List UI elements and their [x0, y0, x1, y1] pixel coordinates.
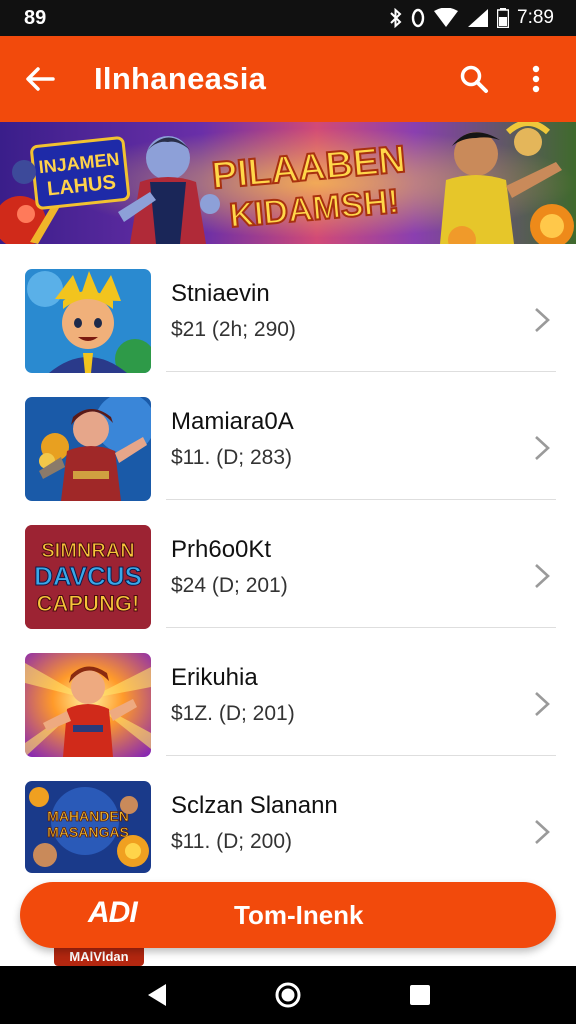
item-name: Stniaevin	[171, 280, 270, 307]
wifi-icon	[433, 8, 459, 28]
item-name: Mamiara0A	[171, 408, 294, 435]
list-item[interactable]: MAHANDEN MASANGAS Sclzan Slanann $11. (D…	[0, 756, 576, 884]
chevron-right-icon	[535, 564, 550, 588]
list-item[interactable]: Stniaevin $21 (2h; 290)	[0, 244, 576, 373]
chevron-right-icon	[535, 692, 550, 716]
page-title: Ilnhaneasia	[94, 61, 267, 96]
chevron-right-icon	[535, 820, 550, 844]
thumb-text-2: DAVCUS	[34, 561, 142, 591]
battery-icon	[497, 8, 510, 28]
thumb-text-3: CAPUNG!	[37, 591, 140, 616]
primary-action-button[interactable]: ADI Tom-Inenk	[20, 882, 556, 948]
item-thumbnail	[25, 269, 151, 373]
status-bar: 89 7:89	[0, 0, 576, 36]
hidden-item-tag: MAlVldan	[54, 948, 144, 966]
search-button[interactable]	[450, 55, 498, 103]
item-price: $1Z. (D; 201)	[171, 702, 295, 725]
item-price: $24 (D; 201)	[171, 574, 288, 597]
thumb-text-1: SIMNRAN	[41, 540, 134, 562]
promo-banner[interactable]: INJAMEN LAHUS PILAABEN KIDAMSH!	[0, 122, 576, 244]
banner-artwork: INJAMEN LAHUS PILAABEN KIDAMSH!	[0, 122, 576, 244]
nav-recents-button[interactable]	[400, 975, 440, 1015]
more-options-button[interactable]	[512, 55, 560, 103]
status-left-text: 89	[24, 6, 47, 29]
item-list: Stniaevin $21 (2h; 290) Mamiara0A $11. (…	[0, 244, 576, 884]
signal-icon	[467, 8, 489, 28]
list-item[interactable]: SIMNRAN DAVCUS CAPUNG! Prh6o0Kt $24 (D; …	[0, 500, 576, 629]
item-price: $11. (D; 283)	[171, 446, 293, 469]
system-nav-bar	[0, 966, 576, 1024]
nav-back-button[interactable]	[136, 975, 176, 1015]
thumb-text-5: MASANGAS	[47, 824, 129, 840]
back-button[interactable]	[16, 55, 64, 103]
back-triangle-icon	[148, 984, 166, 1006]
item-thumbnail: MAHANDEN MASANGAS	[25, 781, 151, 873]
vibrate-icon	[411, 8, 425, 28]
item-price: $21 (2h; 290)	[171, 318, 296, 341]
app-bar: Ilnhaneasia	[0, 36, 576, 122]
item-name: Sclzan Slanann	[171, 792, 338, 819]
item-price: $11. (D; 200)	[171, 830, 293, 853]
status-icons: 7:89	[389, 7, 554, 29]
recents-square-icon	[410, 985, 430, 1005]
more-vert-icon	[532, 65, 540, 93]
search-icon	[460, 65, 488, 93]
cta-logo: ADI	[88, 896, 138, 929]
nav-home-button[interactable]	[268, 975, 308, 1015]
item-thumbnail	[25, 397, 151, 501]
list-item[interactable]: Mamiara0A $11. (D; 283)	[0, 372, 576, 501]
arrow-back-icon	[26, 67, 55, 91]
item-name: Prh6o0Kt	[171, 536, 272, 563]
bluetooth-icon	[389, 8, 403, 28]
status-time: 7:89	[517, 7, 554, 28]
list-item[interactable]: Erikuhia $1Z. (D; 201)	[0, 628, 576, 757]
thumb-text-4: MAHANDEN	[47, 808, 129, 824]
chevron-right-icon	[535, 308, 550, 332]
chevron-right-icon	[535, 436, 550, 460]
item-thumbnail	[25, 653, 151, 757]
cta-label: Tom-Inenk	[234, 900, 364, 930]
item-thumbnail: SIMNRAN DAVCUS CAPUNG!	[25, 525, 151, 629]
home-circle-icon	[275, 982, 301, 1008]
item-name: Erikuhia	[171, 664, 258, 691]
